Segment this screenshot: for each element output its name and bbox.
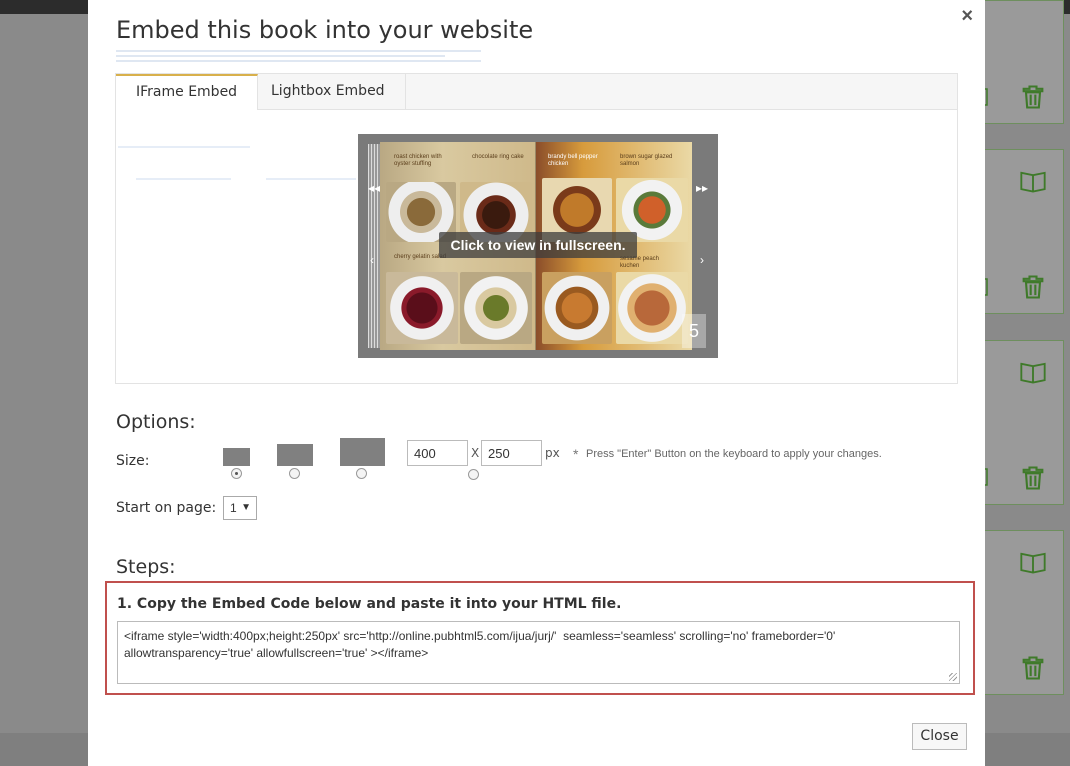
start-page-label: Start on page: — [116, 500, 217, 516]
size-radio-medium[interactable] — [289, 468, 300, 479]
hint-star: * — [573, 446, 579, 462]
fullscreen-overlay-button[interactable]: Click to view in fullscreen. — [439, 232, 637, 258]
food-photo — [616, 272, 688, 344]
options-heading: Options: — [116, 411, 196, 433]
background-card — [985, 0, 1064, 124]
close-button[interactable]: Close — [912, 723, 967, 750]
trash-icon[interactable] — [1019, 464, 1047, 492]
steps-heading: Steps: — [116, 556, 176, 578]
embed-code-textarea[interactable]: <iframe style='width:400px;height:250px'… — [117, 621, 960, 684]
size-preset-small[interactable] — [223, 448, 250, 466]
recipe-title: brown sugar glazed salmon — [620, 154, 673, 167]
size-unit: px — [545, 446, 560, 460]
next-page-icon[interactable]: › — [700, 254, 704, 266]
recipe-title: brandy bell pepper chicken — [548, 154, 598, 167]
last-page-icon[interactable]: ▸▸ — [696, 182, 708, 194]
step-1-label: 1. Copy the Embed Code below and paste i… — [117, 596, 622, 612]
ghost-text-artifact — [116, 47, 481, 71]
resize-handle-icon[interactable] — [949, 673, 957, 681]
prev-page-icon[interactable]: ‹ — [370, 254, 374, 266]
size-radio-custom[interactable] — [468, 469, 479, 480]
open-book-icon[interactable] — [1019, 167, 1047, 195]
tab-bar: IFrame Embed Lightbox Embed — [116, 74, 957, 110]
trash-icon[interactable] — [1019, 654, 1047, 682]
recipe-title: chocolate ring cake — [472, 154, 524, 160]
modal-title: Embed this book into your website — [116, 16, 534, 44]
caret-down-icon: ▼ — [241, 502, 251, 513]
start-page-value: 1 — [230, 501, 237, 515]
recipe-title: sesame peach kuchen — [620, 256, 660, 269]
size-separator: X — [471, 446, 480, 460]
food-photo — [460, 272, 532, 344]
size-hint: Press "Enter" Button on the keyboard to … — [586, 448, 882, 460]
tab-lightbox-embed[interactable]: Lightbox Embed — [251, 74, 406, 109]
step-1-box: 1. Copy the Embed Code below and paste i… — [105, 581, 975, 695]
food-photo — [386, 272, 458, 344]
size-radio-large[interactable] — [356, 468, 367, 479]
size-preset-large[interactable] — [340, 438, 385, 466]
food-photo — [542, 272, 612, 344]
open-book-icon[interactable] — [1019, 358, 1047, 386]
tab-iframe-embed[interactable]: IFrame Embed — [116, 74, 259, 110]
close-icon[interactable]: × — [961, 6, 973, 26]
flipbook-preview[interactable]: roast chicken with oyster stuffing choco… — [358, 134, 718, 358]
embed-modal: × Embed this book into your website IFra… — [88, 0, 985, 766]
open-book-icon[interactable] — [1019, 548, 1047, 576]
ghost-line — [118, 146, 250, 148]
recipe-title: roast chicken with oyster stuffing — [394, 154, 442, 167]
ghost-line — [266, 178, 356, 180]
page-number: 5 — [682, 314, 706, 348]
background-card — [984, 530, 1064, 695]
first-page-icon[interactable]: ◂◂ — [368, 182, 380, 194]
size-preset-medium[interactable] — [277, 444, 313, 466]
embed-tabs-panel: IFrame Embed Lightbox Embed roast chicke… — [115, 73, 958, 384]
start-page-select[interactable]: 1 ▼ — [223, 496, 257, 520]
trash-icon[interactable] — [1019, 273, 1047, 301]
height-input[interactable] — [481, 440, 542, 466]
size-radio-small[interactable] — [231, 468, 242, 479]
ghost-line — [136, 178, 231, 180]
background-card — [985, 340, 1064, 505]
width-input[interactable] — [407, 440, 468, 466]
size-label: Size: — [116, 453, 150, 469]
background-card — [985, 149, 1064, 314]
trash-icon[interactable] — [1019, 83, 1047, 111]
